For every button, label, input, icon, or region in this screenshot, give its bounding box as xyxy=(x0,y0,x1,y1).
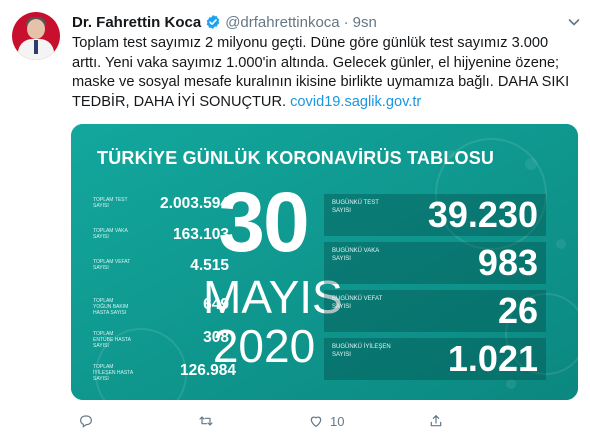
daily-deaths: BUGÜNKÜ VEFAT SAYISI 26 xyxy=(324,290,546,332)
tweet-text-line: maske ve sosyal mesafe kuralının ikisine… xyxy=(72,74,570,90)
daily-tests-value: 39.230 xyxy=(427,194,538,235)
date-day: 30 xyxy=(218,175,309,269)
total-cases-label: TOPLAM VAKA SAYISI xyxy=(93,228,128,240)
total-recovered-label: TOPLAM İYİLEŞEN HASTA SAYISI xyxy=(93,364,133,382)
tweet-header: Dr. Fahrettin Koca @drfahrettinkoca · 9s… xyxy=(72,11,377,33)
avatar[interactable] xyxy=(12,12,60,60)
avatar-face xyxy=(27,19,45,39)
avatar-tie xyxy=(34,40,38,54)
card-title: TÜRKİYE GÜNLÜK KORONAVİRÜS TABLOSU xyxy=(97,148,495,168)
author-name[interactable]: Dr. Fahrettin Koca xyxy=(72,14,201,31)
daily-deaths-label: BUGÜNKÜ VEFAT SAYISI xyxy=(332,296,383,310)
tweet-text-line: Toplam test sayımız 2 milyonu geçti. Dün… xyxy=(72,35,549,51)
tweet-text-tail: TEDBİR, DAHA İYİ SONUÇTUR. xyxy=(72,93,291,110)
like-count: 10 xyxy=(330,413,345,429)
tweet-timestamp[interactable]: 9sn xyxy=(353,14,377,31)
tweet-image-card[interactable]: TÜRKİYE GÜNLÜK KORONAVİRÜS TABLOSU TOPLA… xyxy=(71,124,578,400)
date-month: MAYIS xyxy=(203,271,343,323)
daily-cases: BUGÜNKÜ VAKA SAYISI 983 xyxy=(324,242,546,284)
chevron-down-icon[interactable] xyxy=(566,14,582,30)
date-year: 2020 xyxy=(212,320,316,372)
total-icu-label: TOPLAM YOĞUN BAKIM HASTA SAYISI xyxy=(93,298,129,316)
daily-cases-label: BUGÜNKÜ VAKA SAYISI xyxy=(332,248,379,262)
author-handle[interactable]: @drfahrettinkoca xyxy=(225,14,339,31)
separator-dot: · xyxy=(343,13,349,31)
tweet-text: Toplam test sayımız 2 milyonu geçti. Dün… xyxy=(72,34,572,112)
total-intubated-label: TOPLAM ENTÜBE HASTA SAYISI xyxy=(93,331,131,349)
daily-tests: BUGÜNKÜ TEST SAYISI 39.230 xyxy=(324,194,546,236)
daily-deaths-value: 26 xyxy=(497,290,538,331)
tweet-link[interactable]: covid19.saglik.gov.tr xyxy=(290,94,421,110)
total-deaths-label: TOPLAM VEFAT SAYISI xyxy=(93,259,131,271)
total-tests-label: TOPLAM TEST SAYISI xyxy=(93,197,128,209)
daily-cases-value: 983 xyxy=(477,242,538,283)
daily-recovered-label: BUGÜNKÜ İYİLEŞEN SAYISI xyxy=(332,344,391,358)
daily-recovered-value: 1.021 xyxy=(447,338,538,379)
daily-recovered: BUGÜNKÜ İYİLEŞEN SAYISI 1.021 xyxy=(324,338,546,380)
verified-badge-icon xyxy=(206,15,220,29)
daily-tests-label: BUGÜNKÜ TEST SAYISI xyxy=(332,200,379,214)
tweet-actions: 10 xyxy=(70,413,520,433)
tweet-text-line-last: TEDBİR, DAHA İYİ SONUÇTUR. covid19.sagli… xyxy=(72,93,572,113)
tweet-text-line: arttı. Yeni vaka sayımız 1.000'in altınd… xyxy=(72,54,560,71)
